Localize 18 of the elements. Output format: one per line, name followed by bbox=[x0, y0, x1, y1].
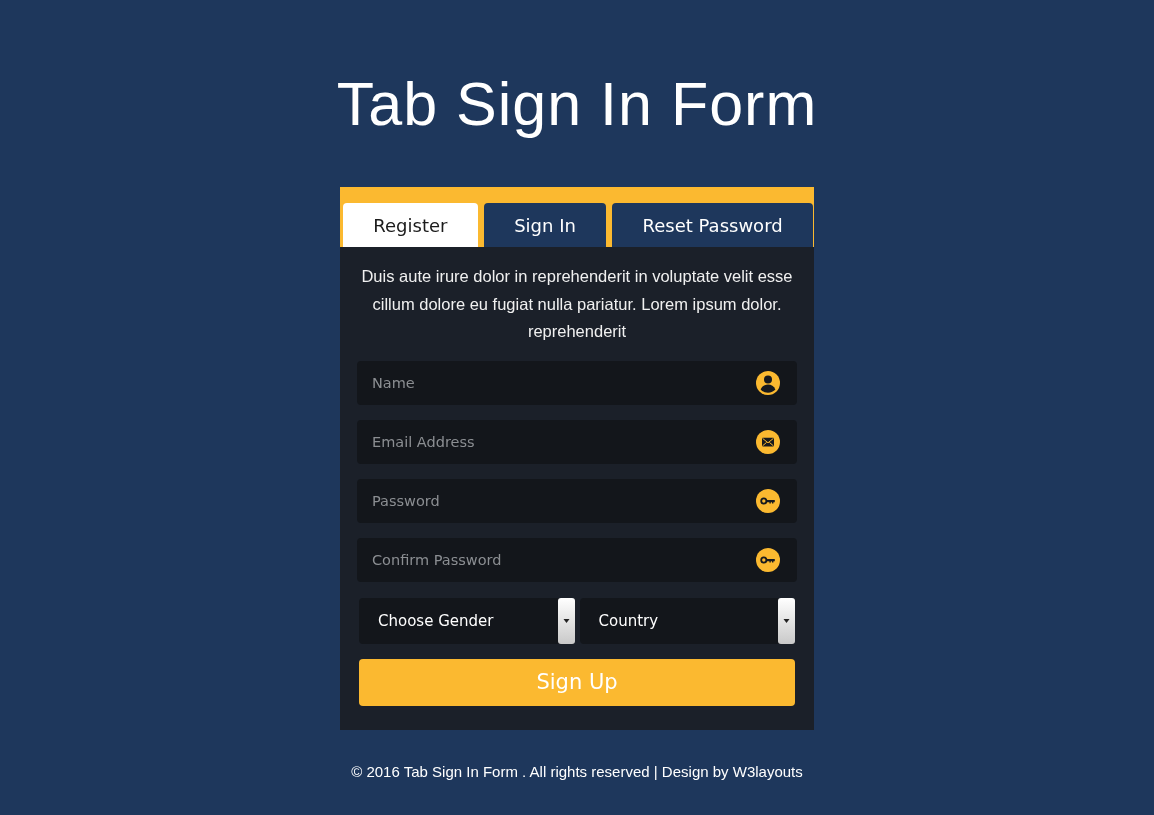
envelope-icon bbox=[756, 429, 780, 454]
caret-icon bbox=[778, 597, 795, 644]
tab[interactable]: Sign In bbox=[483, 203, 607, 247]
tab[interactable]: Register bbox=[343, 203, 478, 247]
input-field[interactable]: Password bbox=[357, 478, 797, 523]
key-icon bbox=[756, 547, 780, 572]
caret-icon bbox=[557, 597, 575, 644]
page-title: Tab Sign In Form bbox=[336, 69, 818, 140]
person-icon bbox=[756, 370, 780, 395]
input-field[interactable]: Confirm Password bbox=[357, 537, 797, 582]
input-field[interactable]: Email Address bbox=[357, 419, 797, 464]
input-field[interactable]: Name bbox=[357, 360, 797, 405]
key-icon bbox=[756, 488, 780, 513]
tab[interactable]: Reset Password bbox=[612, 203, 813, 247]
footer-text: © 2016 Tab Sign In Form . All rights reserved | Design by W3layouts bbox=[351, 762, 803, 780]
dropdown[interactable]: Country bbox=[579, 597, 795, 644]
description-text: Duis aute irure dolor in reprehenderit in voluptate velit esse cillum dolore eu fugiat nulla pariatur. Lorem ipsum dolor. reprehenderit bbox=[360, 266, 794, 342]
dropdown[interactable]: Choose Gender bbox=[359, 597, 575, 644]
